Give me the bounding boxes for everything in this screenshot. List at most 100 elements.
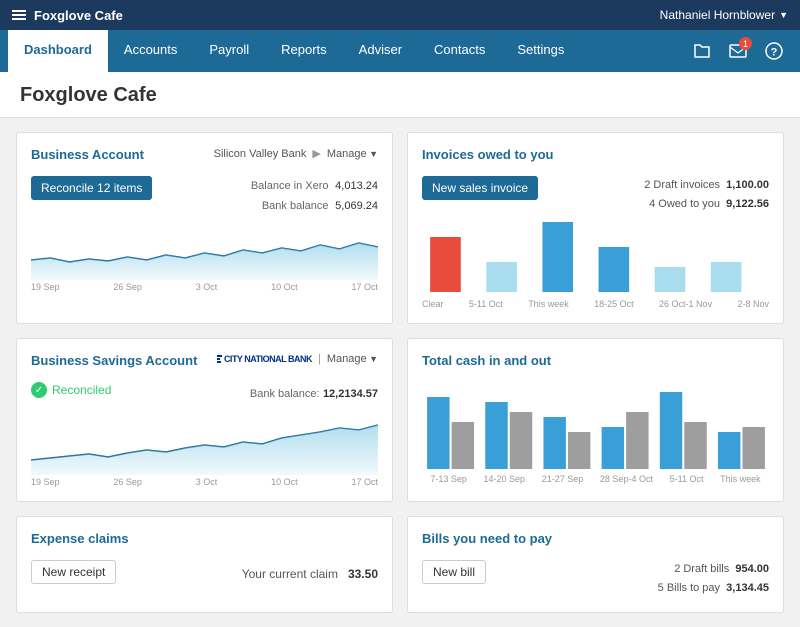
new-invoice-button[interactable]: New sales invoice xyxy=(422,176,538,200)
page-title-bar: Foxglove Cafe xyxy=(0,72,800,118)
bank-balance-value: 5,069.24 xyxy=(335,200,378,212)
total-cash-title: Total cash in and out xyxy=(422,353,551,368)
invoices-chart-labels: Clear 5-11 Oct This week 18-25 Oct 26 Oc… xyxy=(422,299,769,309)
user-name: Nathaniel Hornblower xyxy=(660,8,775,22)
business-account-card: Business Account Silicon Valley Bank ▶ M… xyxy=(16,132,393,324)
bills-body: New bill 2 Draft bills 954.00 5 Bills to… xyxy=(422,560,769,597)
business-account-manage[interactable]: Manage xyxy=(327,148,378,160)
messages-icon-btn[interactable]: 1 xyxy=(724,37,752,65)
nav-item-payroll[interactable]: Payroll xyxy=(193,30,265,72)
nav-item-accounts[interactable]: Accounts xyxy=(108,30,193,72)
nav-right: 1 ? xyxy=(688,30,792,72)
savings-balance-label: Bank balance: xyxy=(250,388,320,400)
expense-claims-title: Expense claims xyxy=(31,531,129,546)
savings-manage[interactable]: Manage xyxy=(327,353,378,365)
new-receipt-button[interactable]: New receipt xyxy=(31,560,116,584)
owed-invoices-label: 4 Owed to you xyxy=(649,198,720,210)
invoices-owed-card: Invoices owed to you New sales invoice 2… xyxy=(407,132,784,324)
bills-actions: New bill xyxy=(422,560,486,588)
bills-title: Bills you need to pay xyxy=(422,531,552,546)
bills-header: Bills you need to pay xyxy=(422,531,769,554)
user-menu[interactable]: Nathaniel Hornblower ▼ xyxy=(660,8,788,22)
xero-balance-value: 4,013.24 xyxy=(335,180,378,192)
cnb-line-2 xyxy=(217,358,220,360)
savings-body: ✓ Reconciled Bank balance: 12,2134.57 xyxy=(31,382,378,404)
bills-to-pay-amount: 3,134.45 xyxy=(726,582,769,594)
top-bar-right: Nathaniel Hornblower ▼ xyxy=(660,8,788,22)
expense-claims-body: New receipt Your current claim 33.50 xyxy=(31,560,378,588)
cnb-line-3 xyxy=(217,361,221,363)
app-logo: Foxglove Cafe xyxy=(34,8,123,23)
bills-stats: 2 Draft bills 954.00 5 Bills to pay 3,13… xyxy=(658,560,769,597)
business-account-title: Business Account xyxy=(31,147,144,162)
savings-chart xyxy=(31,410,378,475)
nav-bar: Dashboard Accounts Payroll Reports Advis… xyxy=(0,30,800,72)
check-circle-icon: ✓ xyxy=(31,382,47,398)
svg-text:?: ? xyxy=(771,47,778,59)
savings-account-title: Business Savings Account xyxy=(31,353,197,368)
invoices-owed-header: Invoices owed to you xyxy=(422,147,769,170)
draft-bills-amount: 954.00 xyxy=(735,563,769,575)
business-account-bank: Silicon Valley Bank xyxy=(214,148,307,160)
cnb-logo: CITY NATIONAL BANK xyxy=(217,354,312,364)
xero-balance-label: Balance in Xero xyxy=(251,180,329,192)
business-account-body: Reconcile 12 items Balance in Xero 4,013… xyxy=(31,176,378,215)
savings-chart-labels: 19 Sep 26 Sep 3 Oct 10 Oct 17 Oct xyxy=(31,477,378,487)
cnb-lines xyxy=(217,355,222,363)
cnb-text: CITY NATIONAL BANK xyxy=(224,354,312,364)
page-title: Foxglove Cafe xyxy=(20,84,780,107)
draft-invoices-amount: 1,100.00 xyxy=(726,179,769,191)
business-account-chart-labels: 19 Sep 26 Sep 3 Oct 10 Oct 17 Oct xyxy=(31,282,378,292)
draft-invoices-label: 2 Draft invoices xyxy=(644,179,720,191)
hamburger-icon[interactable] xyxy=(12,10,26,20)
total-cash-chart xyxy=(422,382,769,472)
bank-balance-label: Bank balance xyxy=(262,200,329,212)
invoices-owed-body: New sales invoice 2 Draft invoices 1,100… xyxy=(422,176,769,213)
savings-balance-value: 12,2134.57 xyxy=(323,388,378,400)
help-icon-btn[interactable]: ? xyxy=(760,37,788,65)
chevron-down-icon: ▼ xyxy=(779,10,788,20)
bills-card: Bills you need to pay New bill 2 Draft b… xyxy=(407,516,784,612)
dashboard-grid: Business Account Silicon Valley Bank ▶ M… xyxy=(16,132,784,613)
message-badge: 1 xyxy=(739,37,752,50)
owed-invoices-amount: 9,122.56 xyxy=(726,198,769,210)
total-cash-card: Total cash in and out xyxy=(407,338,784,502)
app-name: Foxglove Cafe xyxy=(34,8,123,23)
invoice-actions: New sales invoice xyxy=(422,176,538,208)
nav-item-settings[interactable]: Settings xyxy=(501,30,580,72)
business-account-header: Business Account Silicon Valley Bank ▶ M… xyxy=(31,147,378,170)
savings-header-right: CITY NATIONAL BANK | Manage xyxy=(217,353,378,365)
savings-balance: Bank balance: 12,2134.57 xyxy=(250,386,378,400)
total-cash-header: Total cash in and out xyxy=(422,353,769,376)
dashboard-content: Business Account Silicon Valley Bank ▶ M… xyxy=(0,118,800,627)
invoice-stats: 2 Draft invoices 1,100.00 4 Owed to you … xyxy=(644,176,769,213)
bills-to-pay-label: 5 Bills to pay xyxy=(658,582,720,594)
top-bar-left: Foxglove Cafe xyxy=(12,8,123,23)
business-account-header-right: Silicon Valley Bank ▶ Manage xyxy=(214,147,378,160)
draft-bills-label: 2 Draft bills xyxy=(674,563,729,575)
invoices-bar-chart xyxy=(422,217,769,297)
expense-current-claim: Your current claim 33.50 xyxy=(242,567,378,581)
nav-item-dashboard[interactable]: Dashboard xyxy=(8,30,108,72)
current-claim-amount: 33.50 xyxy=(348,567,378,581)
reconciled-label: Reconciled xyxy=(52,383,111,397)
current-claim-label: Your current claim xyxy=(242,567,338,581)
expense-claims-card: Expense claims New receipt Your current … xyxy=(16,516,393,612)
nav-item-contacts[interactable]: Contacts xyxy=(418,30,501,72)
nav-left: Dashboard Accounts Payroll Reports Advis… xyxy=(8,30,580,72)
savings-account-card: Business Savings Account CITY NATIONAL B… xyxy=(16,338,393,502)
expense-claims-header: Expense claims xyxy=(31,531,378,554)
business-account-chart xyxy=(31,215,378,280)
savings-account-header: Business Savings Account CITY NATIONAL B… xyxy=(31,353,378,376)
nav-item-reports[interactable]: Reports xyxy=(265,30,343,72)
files-icon-btn[interactable] xyxy=(688,37,716,65)
business-account-balance: Balance in Xero 4,013.24 Bank balance 5,… xyxy=(251,176,378,215)
reconciled-badge: ✓ Reconciled xyxy=(31,382,111,398)
cnb-line-1 xyxy=(217,355,222,357)
new-bill-button[interactable]: New bill xyxy=(422,560,486,584)
top-bar: Foxglove Cafe Nathaniel Hornblower ▼ xyxy=(0,0,800,30)
reconcile-button[interactable]: Reconcile 12 items xyxy=(31,176,152,200)
nav-item-adviser[interactable]: Adviser xyxy=(343,30,418,72)
total-cash-labels: 7-13 Sep 14-20 Sep 21-27 Sep 28 Sep-4 Oc… xyxy=(422,474,769,484)
invoices-owed-title: Invoices owed to you xyxy=(422,147,553,162)
